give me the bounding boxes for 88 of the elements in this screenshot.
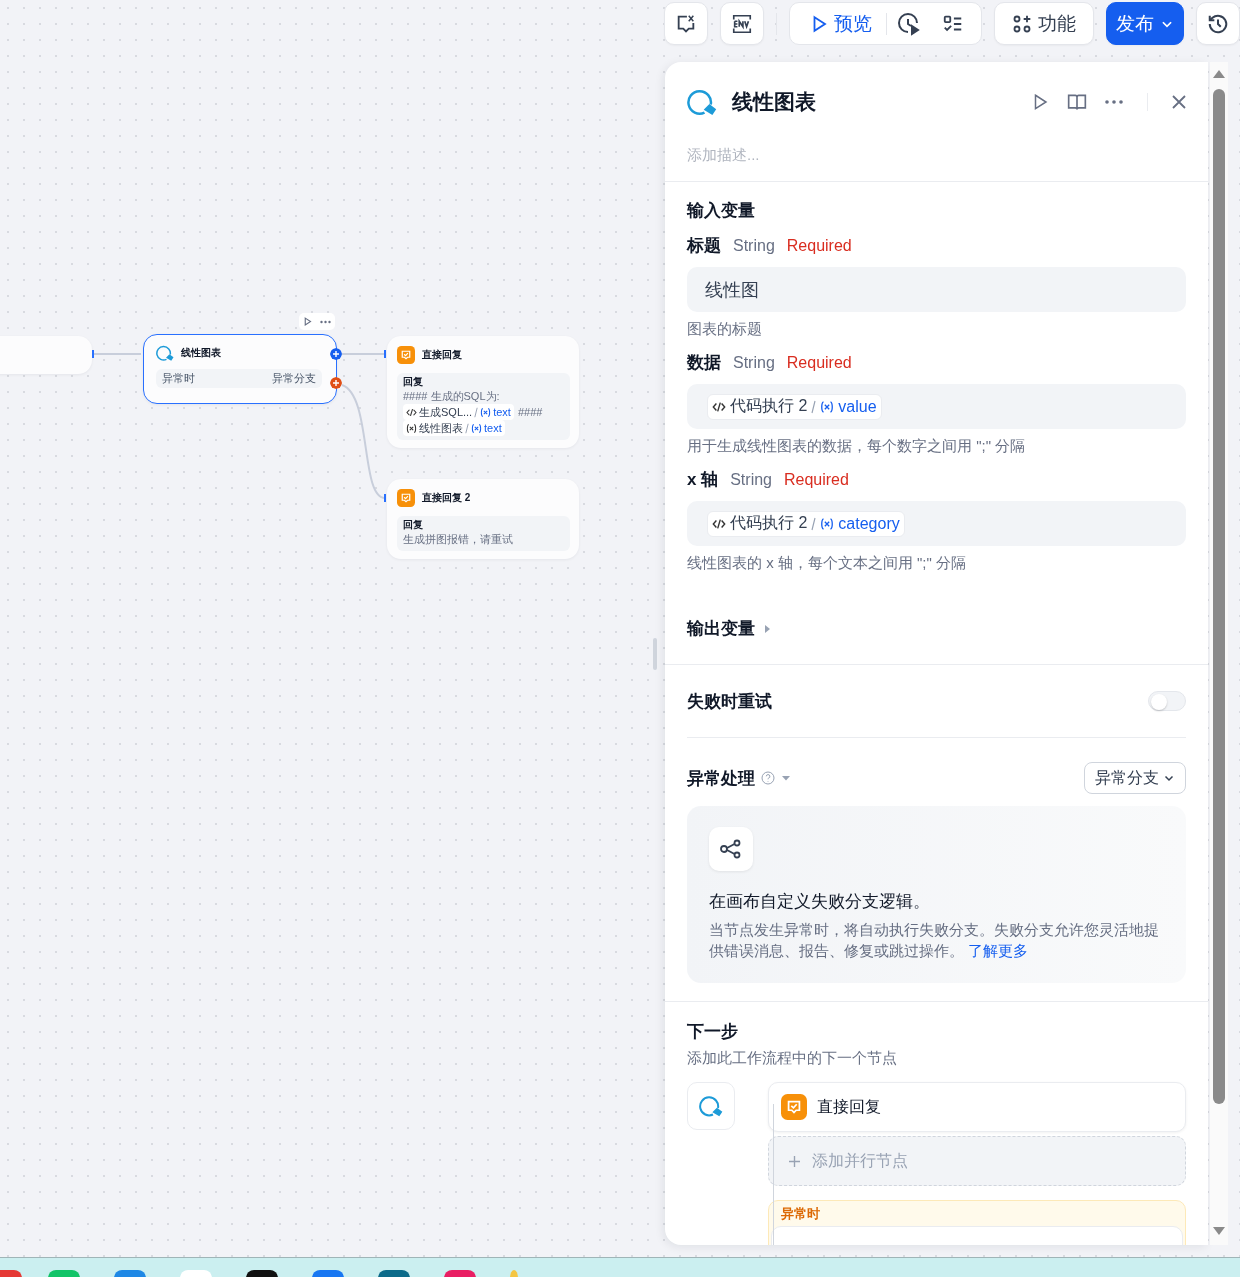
- separator-line: [474, 406, 479, 418]
- card-title: 在画布自定义失败分支逻辑。: [709, 891, 931, 913]
- connector-line: [341, 353, 386, 355]
- section-title: 失败时重试: [687, 690, 772, 713]
- variable-icon: [471, 422, 482, 434]
- chat-variable-icon: [675, 12, 697, 35]
- field-hint: 用于生成线性图表的数据，每个数字之间用 ";" 分隔: [687, 437, 1027, 456]
- branch-icon: [719, 837, 743, 861]
- env-button[interactable]: [720, 2, 764, 45]
- required-label: Required: [784, 471, 849, 489]
- code-icon: [406, 406, 417, 418]
- env-icon: [731, 12, 753, 35]
- circle-icon: [687, 87, 717, 117]
- separator-line: [465, 422, 469, 434]
- panel-title: 线性图表: [732, 89, 817, 115]
- connector-line: [93, 353, 142, 355]
- variable-icon: [406, 422, 417, 434]
- reply-node[interactable]: 直接回复 2 回复 生成拼图报错，请重试: [387, 479, 579, 559]
- chart-node[interactable]: 线性图表 异常时 异常分支: [143, 334, 337, 404]
- more-icon[interactable]: [1105, 100, 1123, 104]
- variable-icon: [820, 516, 835, 531]
- reply-text: #### 生成的SQL为:: [403, 389, 500, 404]
- add-port-icon[interactable]: [330, 348, 342, 360]
- required-label: Required: [786, 354, 852, 372]
- node-title: 直接回复: [422, 348, 462, 362]
- field-hint: 图表的标题: [687, 320, 763, 339]
- card-text: 当节点发生异常时，将自动执行失败分支。失败分支允许您灵活地提供错误消息、报告、修复或跳过操作。 了解更多: [709, 920, 1160, 961]
- variable-reference: 代码执行 2 value: [707, 393, 882, 420]
- circle-icon: [699, 1094, 723, 1118]
- add-port-icon[interactable]: [330, 377, 342, 389]
- features-button[interactable]: 功能: [994, 2, 1094, 45]
- caret-icon[interactable]: [781, 774, 791, 782]
- separator-line: [811, 516, 817, 531]
- version-history-button[interactable]: [1196, 2, 1240, 45]
- variable-name: 数据: [687, 352, 721, 374]
- caret-icon[interactable]: [763, 624, 771, 633]
- variable-reference: 线性图表 text: [403, 420, 505, 436]
- close-icon[interactable]: [1172, 95, 1186, 109]
- book-icon[interactable]: [1067, 92, 1087, 112]
- section-title[interactable]: 输出变量: [687, 617, 755, 640]
- plus-icon: [789, 1155, 800, 1167]
- publish-button[interactable]: 发布: [1106, 2, 1184, 45]
- history-icon: [1207, 12, 1229, 35]
- message-check-icon: [397, 489, 415, 507]
- separator-line: [811, 399, 817, 414]
- variable-type: String: [733, 237, 775, 255]
- exception-select[interactable]: 异常分支: [1084, 762, 1186, 794]
- variable-reference: 生成SQL... text: [403, 404, 514, 420]
- section-title: 输入变量: [687, 200, 756, 222]
- next-node[interactable]: 直接回复: [768, 1082, 1186, 1132]
- reply-node[interactable]: 直接回复 回复 #### 生成的SQL为: 生成SQL... text #### 线性图表 text: [387, 336, 579, 448]
- learn-more-link[interactable]: 了解更多: [968, 942, 1029, 959]
- node-title: 直接回复: [817, 1096, 881, 1117]
- variable-inspect-button[interactable]: [664, 2, 708, 45]
- field-hint: 线性图表的 x 轴，每个文本之间用 ";" 分隔: [687, 554, 967, 573]
- workflow-node[interactable]: [0, 336, 92, 374]
- exception-label: 异常时: [162, 371, 195, 386]
- field-label: 回复: [403, 376, 424, 388]
- node-title: 直接回复 2: [422, 491, 471, 505]
- circle-icon: [156, 344, 174, 362]
- clock-play-icon: [897, 11, 921, 36]
- variable-name: x 轴: [687, 469, 719, 491]
- reply-text: 生成拼图报错，请重试: [403, 532, 513, 547]
- required-label: Required: [786, 237, 852, 255]
- variable-type: String: [730, 471, 772, 489]
- exception-value: 异常分支: [272, 371, 316, 386]
- apps-icon: [1012, 13, 1032, 34]
- message-check-icon: [397, 346, 415, 364]
- variable-name: 标题: [687, 235, 721, 257]
- section-subtitle: 添加此工作流程中的下一个节点: [687, 1049, 898, 1068]
- variable-icon: [480, 406, 492, 418]
- variable-reference: 代码执行 2 category: [707, 510, 905, 537]
- section-title: 异常处理: [687, 767, 755, 790]
- input-field[interactable]: 代码执行 2 value: [687, 384, 1186, 429]
- play-icon[interactable]: [303, 317, 312, 326]
- more-icon[interactable]: [320, 319, 331, 324]
- resize-handle[interactable]: [653, 638, 657, 670]
- node-title: 线性图表: [181, 346, 221, 360]
- field-label: 回复: [403, 519, 424, 531]
- input-field[interactable]: 线性图: [687, 267, 1186, 312]
- variable-icon: [820, 399, 835, 414]
- retry-toggle[interactable]: [1148, 691, 1186, 711]
- input-field[interactable]: 代码执行 2 category: [687, 501, 1186, 546]
- reply-text: ####: [517, 405, 543, 420]
- message-check-icon: [781, 1094, 807, 1120]
- branch-label: 异常时: [781, 1205, 821, 1223]
- variable-type: String: [733, 354, 775, 372]
- section-title: 下一步: [687, 1021, 739, 1043]
